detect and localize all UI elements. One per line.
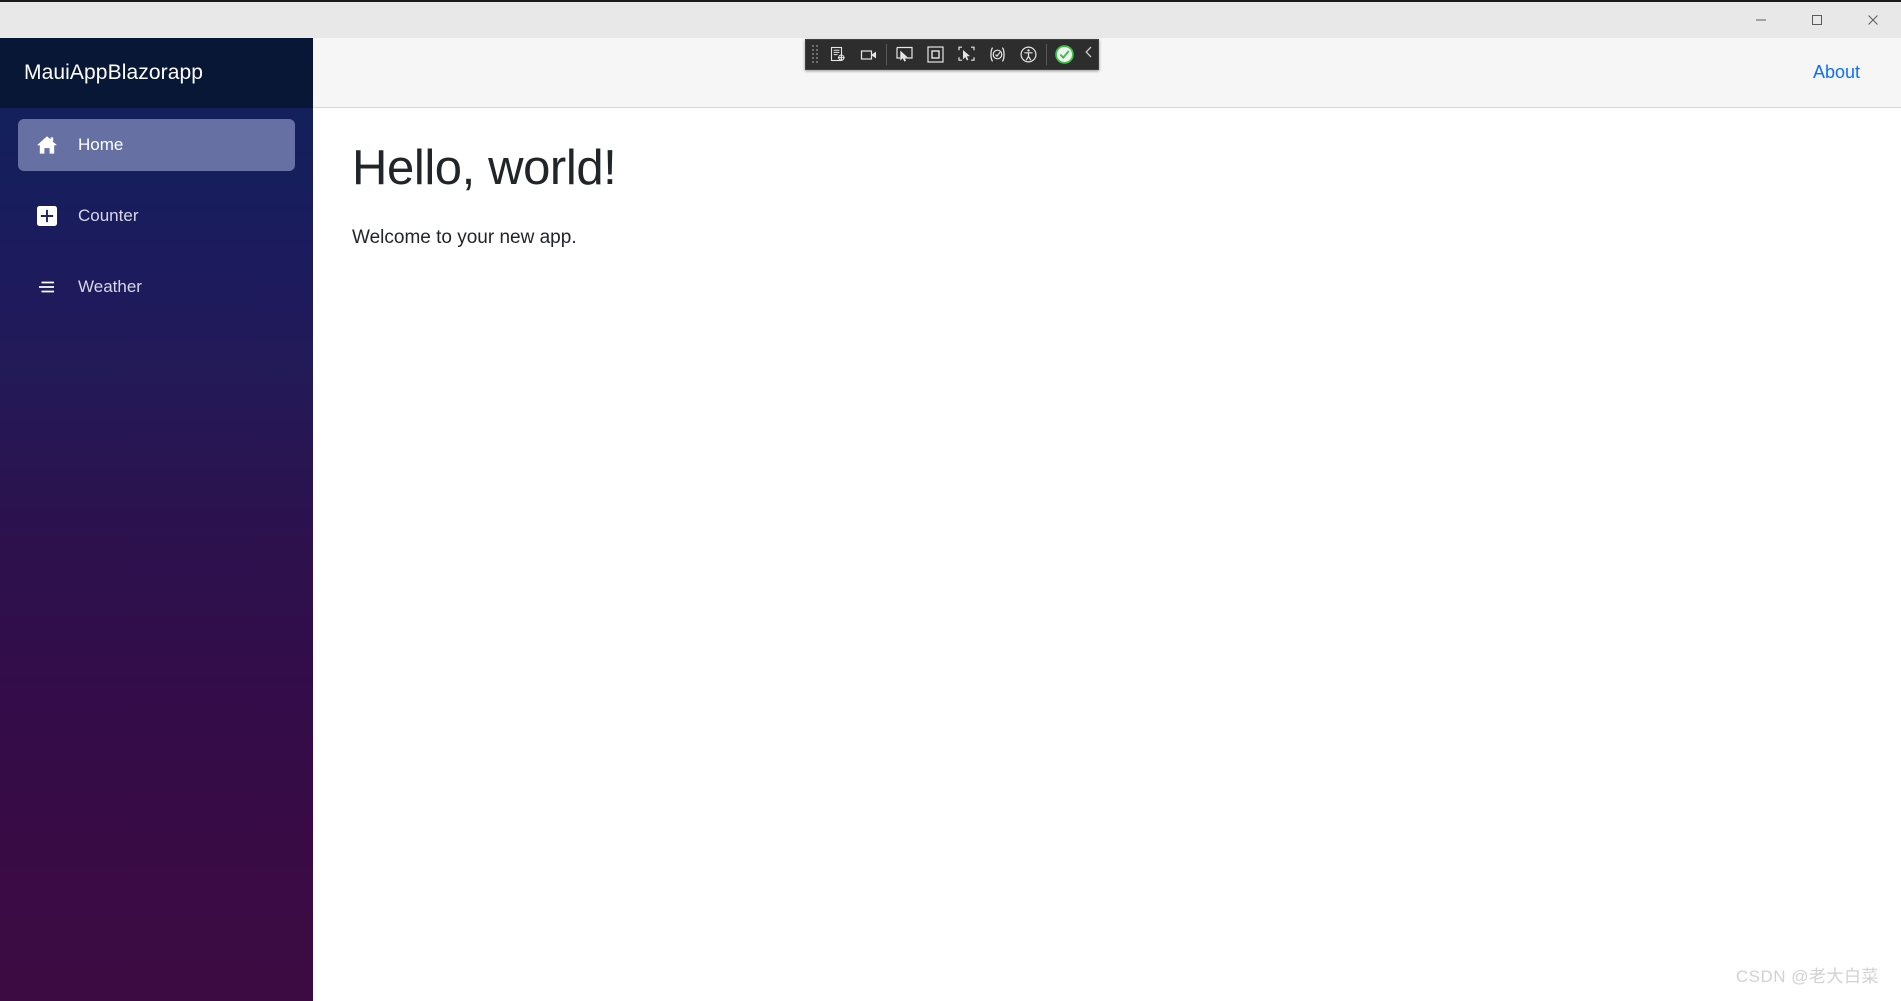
video-camera-icon (860, 46, 878, 64)
close-button[interactable] (1845, 2, 1901, 38)
sidebar-nav: Home Counter Weather (0, 108, 313, 313)
app-window: MauiAppBlazorapp Home Counter Weather Ab… (0, 0, 1901, 1001)
toolbar-separator (886, 44, 887, 65)
hot-reload-icon (988, 45, 1007, 64)
grip-dots-icon (810, 44, 818, 65)
minimize-button[interactable] (1733, 2, 1789, 38)
sidebar-item-weather[interactable]: Weather (18, 261, 295, 313)
content-topbar: About (313, 38, 1901, 108)
accessibility-icon (1019, 45, 1038, 64)
sidebar-item-label: Home (78, 135, 124, 154)
vs-inapp-toolbar (805, 39, 1099, 70)
plus-square-icon (34, 203, 60, 229)
app-title: MauiAppBlazorapp (24, 61, 204, 84)
about-link[interactable]: About (1813, 62, 1860, 83)
brand-bar: MauiAppBlazorapp (0, 38, 313, 108)
hot-reload-button[interactable] (982, 40, 1013, 69)
home-icon (34, 132, 60, 158)
status-ok-button[interactable] (1049, 40, 1080, 69)
page-content: Hello, world! Welcome to your new app. (313, 108, 1901, 249)
sidebar-item-home[interactable]: Home (18, 119, 295, 171)
live-visual-tree-icon (829, 46, 847, 64)
live-visual-tree-button[interactable] (822, 40, 853, 69)
accessibility-button[interactable] (1013, 40, 1044, 69)
chevron-left-icon (1083, 45, 1095, 64)
collapse-toolbar-button[interactable] (1080, 40, 1098, 69)
title-bar (0, 0, 1901, 38)
list-lines-icon (34, 274, 60, 300)
select-element-icon (895, 45, 914, 64)
toolbar-drag-handle[interactable] (806, 40, 822, 69)
check-circle-icon (1054, 44, 1075, 65)
sidebar-item-counter[interactable]: Counter (18, 190, 295, 242)
main-area: About Hello, world! Welcome to your new … (313, 38, 1901, 1001)
display-layout-icon (926, 45, 945, 64)
track-focused-element-button[interactable] (951, 40, 982, 69)
sidebar-item-label: Weather (78, 277, 142, 296)
sidebar-item-label: Counter (78, 206, 139, 225)
select-element-button[interactable] (889, 40, 920, 69)
display-layout-button[interactable] (920, 40, 951, 69)
sidebar: MauiAppBlazorapp Home Counter Weather (0, 38, 313, 1001)
watermark: CSDN @老大白菜 (1735, 967, 1879, 986)
record-button[interactable] (853, 40, 884, 69)
maximize-button[interactable] (1789, 2, 1845, 38)
page-subtext: Welcome to your new app. (352, 226, 577, 248)
track-focus-icon (957, 45, 976, 64)
toolbar-separator (1046, 44, 1047, 65)
page-title: Hello, world! (352, 141, 617, 195)
